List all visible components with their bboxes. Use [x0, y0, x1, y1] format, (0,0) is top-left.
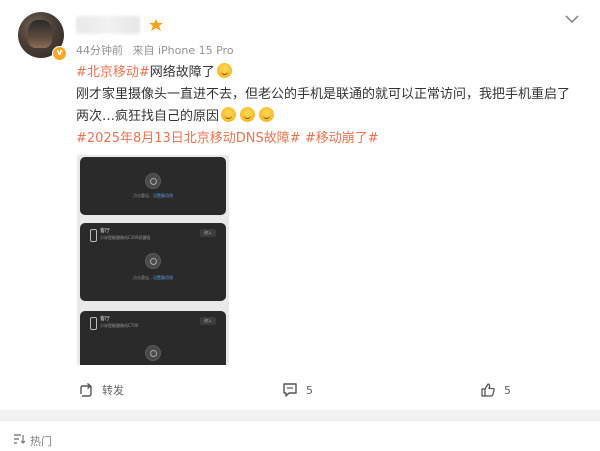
repost-label: 转发	[102, 384, 124, 397]
laugh-emoji-icon	[259, 107, 275, 122]
reconnect-hint: 点击重连，设置备用线	[133, 193, 173, 198]
enter-button: 进入	[200, 229, 216, 237]
content-text: 网络故障了	[149, 65, 215, 80]
camera-icon	[145, 253, 161, 269]
topic-link[interactable]: #移动崩了#	[305, 131, 379, 146]
topic-link[interactable]: #2025年8月13日北京移动DNS故障#	[76, 131, 301, 146]
card-subtitle: 小米智能摄像机C700	[100, 323, 139, 328]
chevron-down-icon[interactable]	[564, 10, 580, 24]
post-meta: 44分钟前 来自 iPhone 15 Pro	[76, 42, 240, 58]
comment-icon	[283, 383, 297, 397]
comment-button[interactable]: 5	[282, 382, 313, 398]
laugh-emoji-icon	[216, 63, 232, 78]
hot-comments-header[interactable]: 热门	[0, 420, 600, 451]
hot-label: 热门	[30, 435, 52, 448]
camera-device-icon	[90, 229, 97, 242]
camera-icon	[145, 345, 161, 361]
avatar[interactable]: v	[18, 12, 67, 61]
content-line-2: 刚才家里摄像头一直进不去，但老公的手机是联通的就可以正常访问，我把手机重启了	[76, 87, 571, 102]
post-content: #北京移动#网络故障了 刚才家里摄像头一直进不去，但老公的手机是联通的就可以正常…	[76, 62, 596, 150]
laugh-emoji-icon	[221, 107, 237, 122]
comment-count: 5	[306, 383, 313, 397]
card-title: 客厅	[100, 316, 111, 322]
username-blurred[interactable]	[76, 16, 140, 34]
content-line-1: #北京移动#网络故障了	[76, 62, 596, 84]
camera-card: 客厅 小米智能摄像机C700 进入	[80, 311, 226, 365]
content-line-3: 两次…疯狂找自己的原因	[76, 106, 596, 128]
weibo-post: v 44分钟前 来自 iPhone 15 Pro #北京移动#网络故障了 刚才家…	[0, 0, 600, 410]
content-line-4: #2025年8月13日北京移动DNS故障# #移动崩了#	[76, 128, 596, 150]
topic-link[interactable]: #北京移动#	[76, 65, 150, 80]
reconnect-hint: 点击重连，设置备用线	[133, 275, 173, 280]
repost-button[interactable]: 转发	[78, 382, 124, 398]
post-source: 来自 iPhone 15 Pro	[132, 44, 234, 57]
camera-icon	[145, 173, 161, 189]
post-time[interactable]: 44分钟前	[76, 44, 123, 57]
avatar-photo	[28, 20, 52, 48]
laugh-emoji-icon	[240, 107, 256, 122]
camera-card: 客厅 小米智能摄像机C300双摄版 进入 点击重连，设置备用线	[80, 223, 226, 301]
camera-device-icon	[90, 317, 97, 330]
post-image[interactable]: 点击重连，设置备用线 客厅 小米智能摄像机C300双摄版 进入 点击重连，设置备…	[77, 155, 229, 365]
post-actions: 转发 5 5	[0, 376, 600, 408]
thumbs-up-icon	[481, 383, 495, 397]
card-title: 客厅	[100, 228, 111, 234]
camera-card: 点击重连，设置备用线	[80, 157, 226, 215]
verified-badge-icon: v	[52, 46, 67, 61]
enter-button: 进入	[200, 317, 216, 325]
card-subtitle: 小米智能摄像机C300双摄版	[100, 235, 151, 240]
user-level-badge-icon	[148, 18, 164, 32]
like-count: 5	[504, 383, 511, 397]
section-divider	[0, 410, 600, 420]
repost-icon	[80, 382, 92, 397]
sort-hot-icon	[14, 434, 26, 444]
like-button[interactable]: 5	[480, 382, 511, 398]
